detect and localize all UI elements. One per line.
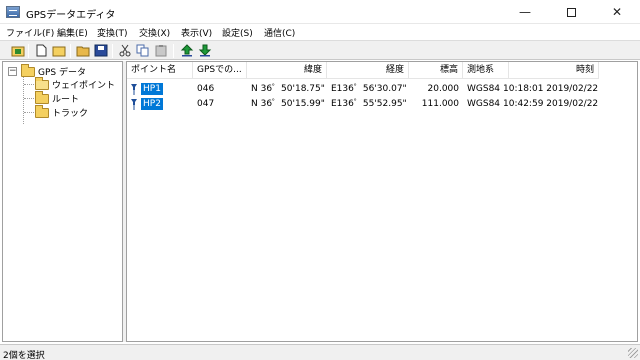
- upload-icon[interactable]: [180, 44, 194, 57]
- time-cell: 10:18:01 2019/02/22: [503, 84, 599, 94]
- table-row[interactable]: HP1 046 N 36゜50'18.75" E136゜56'30.07" 20…: [127, 82, 637, 96]
- point-name-cell: HP2: [141, 98, 163, 110]
- tree-item-waypoints[interactable]: ウェイポイント: [3, 77, 121, 91]
- download-icon[interactable]: [198, 44, 212, 57]
- app-icon: [6, 6, 20, 18]
- tree-item-routes[interactable]: ルート: [3, 91, 121, 105]
- copy-icon[interactable]: [136, 44, 150, 57]
- menu-communication[interactable]: 通信(C): [264, 26, 295, 39]
- column-header-longitude[interactable]: 経度: [327, 62, 409, 79]
- open-folder-icon: [35, 77, 49, 90]
- tree-item-label: トラック: [52, 109, 89, 119]
- tree-item-label: ウェイポイント: [52, 81, 116, 91]
- waypoint-pin-icon: [131, 84, 137, 95]
- tree-view[interactable]: − GPS データ ウェイポイント ルート トラック: [2, 61, 123, 342]
- cut-icon[interactable]: [118, 44, 132, 57]
- column-header-datum[interactable]: 測地系: [463, 62, 509, 79]
- maximize-button[interactable]: [548, 0, 594, 24]
- waypoint-pin-icon: [131, 99, 137, 110]
- menu-edit[interactable]: 編集(E): [57, 26, 88, 39]
- point-name-cell: HP1: [141, 83, 163, 95]
- column-header-altitude[interactable]: 標高: [409, 62, 463, 79]
- tree-item-label: ルート: [52, 95, 80, 105]
- window-title: GPSデータエディタ: [26, 10, 116, 21]
- paste-icon[interactable]: [154, 44, 168, 57]
- longitude-cell: E136゜55'52.95": [331, 99, 407, 109]
- menu-view[interactable]: 表示(V): [181, 26, 212, 39]
- maximize-icon: [566, 8, 576, 17]
- time-cell: 10:42:59 2019/02/22: [503, 99, 599, 109]
- altitude-cell: 20.000: [427, 84, 460, 94]
- menu-convert[interactable]: 変換(T): [97, 26, 128, 39]
- longitude-cell: E136゜56'30.07": [331, 84, 407, 94]
- folder-icon: [35, 105, 49, 118]
- column-header-gps-name[interactable]: GPSでの...: [193, 62, 247, 79]
- latitude-cell: N 36゜50'15.99": [251, 99, 325, 109]
- column-header-time[interactable]: 時刻: [509, 62, 599, 79]
- waypoint-list[interactable]: ポイント名 GPSでの... 緯度 経度 標高 測地系 時刻 HP1 046 N…: [126, 61, 638, 342]
- gps-name-cell: 047: [197, 99, 215, 109]
- tree-item-gps-data[interactable]: GPS データ: [3, 64, 121, 78]
- toolbar-separator: [173, 44, 174, 58]
- minimize-button[interactable]: —: [502, 0, 548, 24]
- table-row[interactable]: HP2 047 N 36゜50'15.99" E136゜55'52.95" 11…: [127, 97, 637, 111]
- close-button[interactable]: ✕: [594, 0, 640, 24]
- new-folder-icon[interactable]: [52, 44, 66, 57]
- toolbar-separator: [70, 44, 71, 58]
- column-header-latitude[interactable]: 緯度: [247, 62, 327, 79]
- menu-file[interactable]: ファイル(F): [6, 26, 54, 39]
- toolbar-separator: [112, 44, 113, 58]
- menu-settings[interactable]: 設定(S): [222, 26, 253, 39]
- title-bar: GPSデータエディタ — ✕: [0, 0, 640, 24]
- status-text: 2個を選択: [3, 351, 45, 360]
- toolbar-separator: [28, 44, 29, 58]
- open-folder-icon[interactable]: [76, 44, 90, 57]
- new-file-icon[interactable]: [34, 44, 48, 57]
- folder-icon: [21, 64, 35, 77]
- latitude-cell: N 36゜50'18.75": [251, 84, 325, 94]
- tree-item-tracks[interactable]: トラック: [3, 105, 121, 119]
- column-header-point-name[interactable]: ポイント名: [127, 62, 193, 79]
- gps-name-cell: 046: [197, 84, 215, 94]
- altitude-cell: 111.000: [421, 99, 459, 109]
- up-folder-icon[interactable]: [11, 44, 25, 57]
- save-icon[interactable]: [94, 44, 108, 57]
- menu-exchange[interactable]: 交換(X): [139, 26, 170, 39]
- toolbar: [0, 40, 640, 60]
- status-bar: 2個を選択: [0, 344, 640, 360]
- resize-grip-icon[interactable]: [628, 348, 638, 358]
- folder-icon: [35, 91, 49, 104]
- menu-bar: ファイル(F) 編集(E) 変換(T) 交換(X) 表示(V) 設定(S) 通信…: [0, 24, 640, 40]
